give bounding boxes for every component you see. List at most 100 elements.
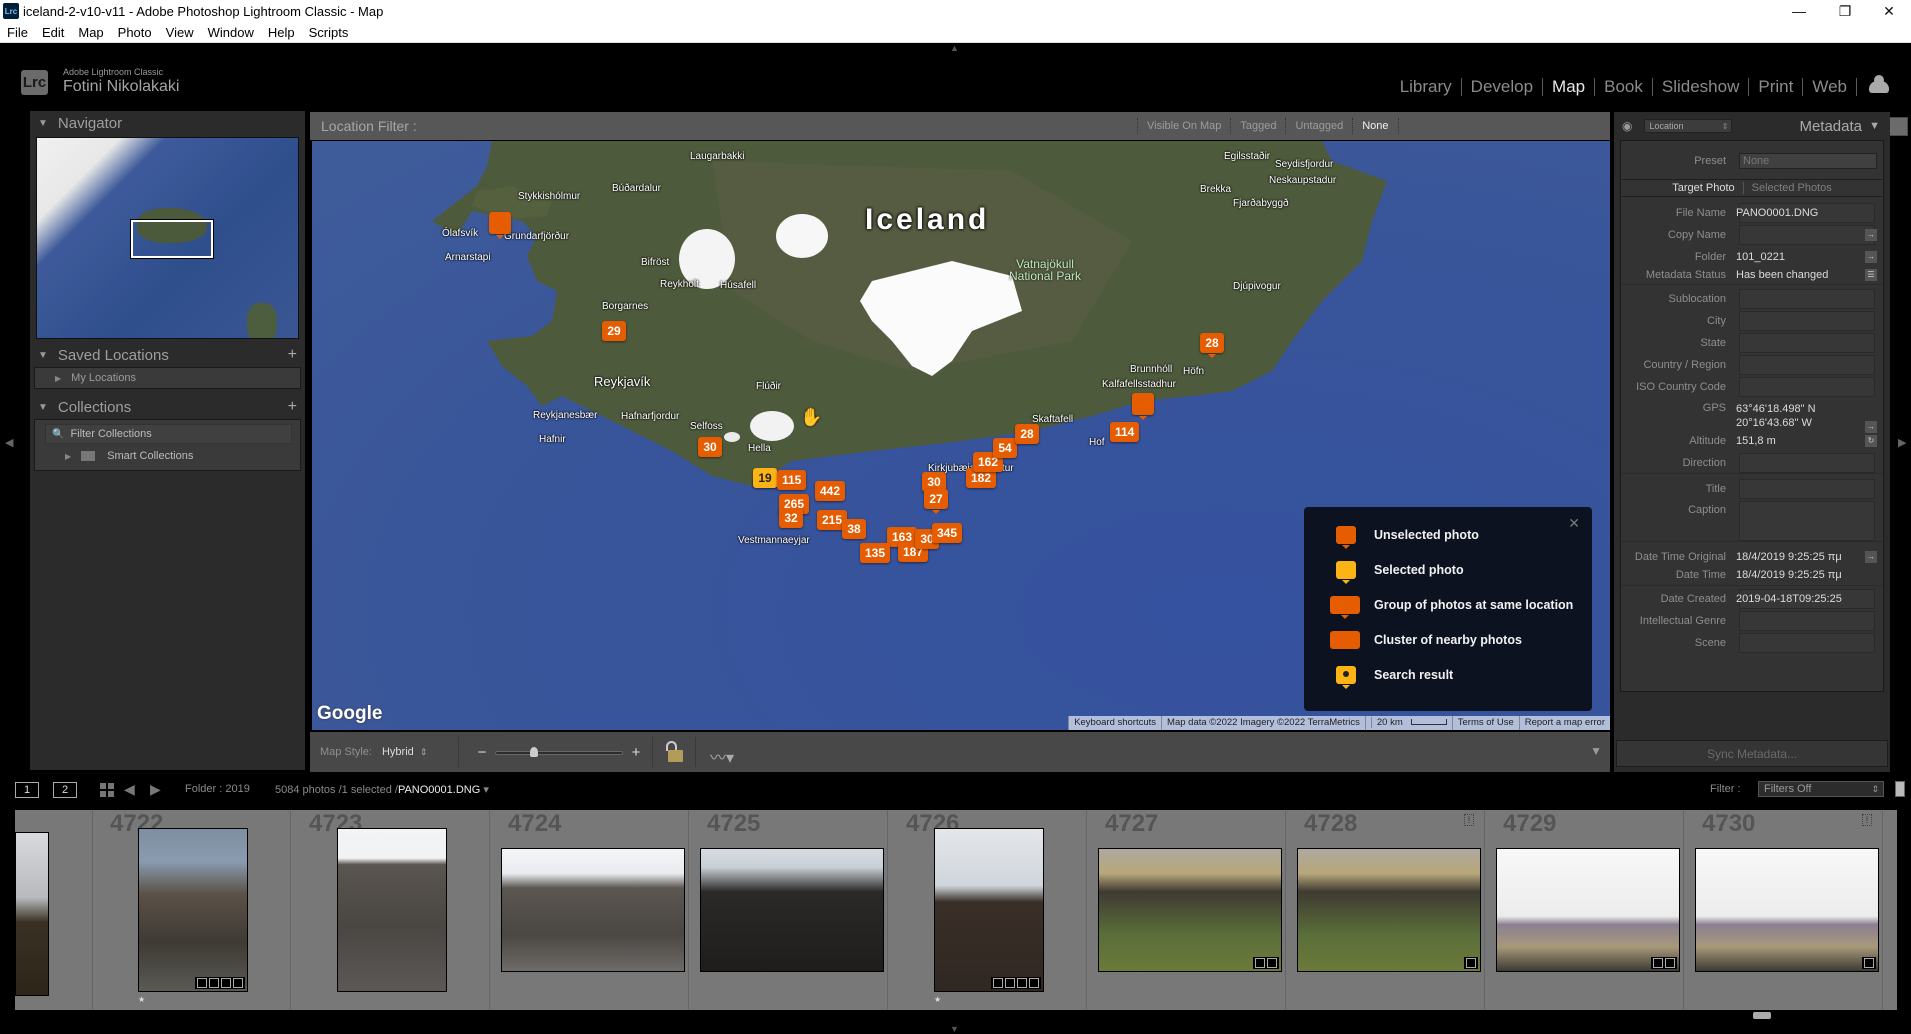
add-collection-icon[interactable]: + bbox=[288, 398, 297, 416]
photo-thumbnail[interactable] bbox=[1695, 848, 1879, 972]
filmstrip-cell[interactable]: 4726 ★ bbox=[889, 810, 1087, 1010]
filmstrip-cell[interactable]: 4729 bbox=[1486, 810, 1684, 1010]
right-panel-toggle-icon[interactable]: ▶ bbox=[1898, 436, 1906, 449]
cluster-pin[interactable]: 29 bbox=[602, 321, 626, 341]
filmstrip-cell[interactable]: 4725 bbox=[690, 810, 888, 1010]
menu-file[interactable]: File bbox=[0, 25, 35, 40]
secondary-screen-button[interactable]: 2 bbox=[53, 782, 77, 798]
toolbar-menu-chevron-icon[interactable]: ▼ bbox=[1590, 744, 1602, 758]
filter-none[interactable]: None bbox=[1352, 118, 1397, 134]
cluster-pin[interactable]: 28 bbox=[1015, 424, 1039, 444]
dropdown-chevron-icon[interactable]: ▾ bbox=[483, 784, 489, 796]
metadata-field-box[interactable] bbox=[1739, 311, 1875, 331]
unlock-markers-icon[interactable] bbox=[665, 741, 683, 763]
tab-selected-photos[interactable]: Selected Photos bbox=[1744, 182, 1840, 194]
zoom-slider[interactable] bbox=[495, 746, 623, 757]
metadata-field-box[interactable] bbox=[1739, 225, 1875, 245]
edit-badge-icon[interactable] bbox=[1267, 958, 1277, 968]
cluster-pin[interactable]: 30 bbox=[698, 437, 722, 457]
filter-tagged[interactable]: Tagged bbox=[1230, 118, 1285, 134]
warning-flag-icon[interactable]: ! bbox=[1464, 814, 1474, 826]
report-map-error-link[interactable]: Report a map error bbox=[1518, 716, 1610, 730]
primary-screen-button[interactable]: 1 bbox=[15, 782, 39, 798]
filmstrip-cell[interactable]: 4728! bbox=[1287, 810, 1485, 1010]
cloud-sync-icon[interactable] bbox=[1869, 75, 1889, 93]
metadata-field-box[interactable] bbox=[1739, 289, 1875, 309]
map-pin-badge-icon[interactable] bbox=[1255, 958, 1265, 968]
photo-thumbnail[interactable] bbox=[1496, 848, 1680, 972]
cluster-pin[interactable]: 114 bbox=[1110, 422, 1140, 442]
metadata-field-box[interactable] bbox=[1739, 377, 1875, 397]
eye-icon[interactable]: ◉ bbox=[1622, 119, 1632, 133]
selected-pin[interactable]: 19 bbox=[753, 468, 777, 488]
menu-map[interactable]: Map bbox=[71, 25, 110, 40]
expand-triangle-icon[interactable]: ▶ bbox=[65, 452, 71, 461]
list-item[interactable]: ▶ Smart Collections bbox=[35, 446, 300, 466]
menu-window[interactable]: Window bbox=[201, 25, 261, 40]
go-to-arrow-icon[interactable]: → bbox=[1865, 229, 1877, 241]
photo-thumbnail[interactable] bbox=[501, 848, 685, 972]
cluster-pin[interactable]: 54 bbox=[993, 438, 1017, 458]
zoom-out-button[interactable]: − bbox=[475, 744, 489, 761]
metadata-field-box[interactable] bbox=[1739, 501, 1875, 541]
filter-untagged[interactable]: Untagged bbox=[1285, 118, 1352, 134]
navigator-viewport-box[interactable] bbox=[130, 219, 214, 259]
map-pin-badge-icon[interactable] bbox=[1864, 958, 1874, 968]
add-location-icon[interactable]: + bbox=[288, 346, 297, 364]
metadata-field-box[interactable] bbox=[1739, 479, 1875, 499]
module-book[interactable]: Book bbox=[1595, 77, 1652, 97]
edit-badge-icon[interactable] bbox=[1665, 958, 1675, 968]
go-to-arrow-icon[interactable]: → bbox=[1865, 551, 1877, 563]
filmstrip-cell[interactable]: 4722 ★ bbox=[93, 810, 291, 1010]
module-web[interactable]: Web bbox=[1803, 77, 1856, 97]
filmstrip-cell[interactable]: 4727 bbox=[1088, 810, 1286, 1010]
edit-badge-icon[interactable] bbox=[233, 978, 243, 988]
edit-badge-icon[interactable] bbox=[1029, 978, 1039, 988]
navigator-header[interactable]: ▼ Navigator bbox=[30, 111, 305, 135]
altitude-refresh-icon[interactable]: ↻ bbox=[1865, 435, 1877, 447]
metadata-field-box[interactable] bbox=[1739, 633, 1875, 653]
close-button[interactable]: ✕ bbox=[1866, 0, 1911, 22]
filmstrip-cell-partial[interactable] bbox=[15, 810, 93, 1010]
filmstrip-cell[interactable]: 4723 bbox=[292, 810, 490, 1010]
filter-select[interactable]: Filters Off bbox=[1758, 781, 1884, 797]
stack-badge-icon[interactable] bbox=[1005, 978, 1015, 988]
cluster-pin[interactable]: 135 bbox=[860, 543, 891, 563]
warning-flag-icon[interactable]: ! bbox=[1862, 814, 1872, 826]
collections-header[interactable]: ▼ Collections + bbox=[30, 395, 305, 419]
restore-button[interactable]: ❐ bbox=[1822, 0, 1868, 22]
photo-count[interactable]: 5084 photos /1 selected /PANO0001.DNG ▾ bbox=[275, 783, 489, 796]
zoom-slider-thumb[interactable] bbox=[529, 746, 538, 757]
metadata-value[interactable]: 2019-04-18T09:25:25 bbox=[1736, 593, 1842, 605]
map-pin-badge-icon[interactable] bbox=[197, 978, 207, 988]
close-legend-icon[interactable]: ✕ bbox=[1568, 515, 1580, 532]
tab-target-photo[interactable]: Target Photo bbox=[1664, 182, 1744, 194]
crop-badge-icon[interactable] bbox=[1017, 978, 1027, 988]
stack-badge-icon[interactable] bbox=[209, 978, 219, 988]
menu-scripts[interactable]: Scripts bbox=[302, 25, 356, 40]
module-map[interactable]: Map bbox=[1543, 77, 1594, 97]
filmstrip-cell[interactable]: 4730! bbox=[1685, 810, 1883, 1010]
star-rating-icon[interactable]: ★ bbox=[934, 995, 941, 1004]
folder-source[interactable]: Folder : 2019 bbox=[185, 783, 250, 795]
metadata-field-box[interactable] bbox=[1739, 355, 1875, 375]
filmstrip-scrollbar[interactable] bbox=[1753, 1012, 1771, 1019]
menu-photo[interactable]: Photo bbox=[111, 25, 159, 40]
metadata-value[interactable]: PANO0001.DNG bbox=[1736, 207, 1818, 219]
updown-chevron-icon[interactable]: ⇕ bbox=[420, 747, 428, 758]
module-print[interactable]: Print bbox=[1749, 77, 1802, 97]
filmstrip[interactable]: 4722 ★ 4723 4724 4725 4726 ★ 4727 4728! 4729 4730! bbox=[15, 810, 1897, 1010]
menu-view[interactable]: View bbox=[159, 25, 201, 40]
tracklog-icon[interactable]: 〰▾ bbox=[710, 744, 734, 768]
star-rating-icon[interactable]: ★ bbox=[138, 995, 145, 1004]
menu-help[interactable]: Help bbox=[261, 25, 302, 40]
saved-locations-header[interactable]: ▼ Saved Locations + bbox=[30, 343, 305, 367]
metadata-field-box[interactable] bbox=[1739, 333, 1875, 353]
expand-triangle-icon[interactable]: ▶ bbox=[55, 374, 61, 383]
filmstrip-cell[interactable]: 4724 bbox=[491, 810, 689, 1010]
map-pin-badge-icon[interactable] bbox=[1653, 958, 1663, 968]
cluster-pin[interactable]: 32 bbox=[779, 508, 803, 528]
map-view[interactable]: Iceland Vatnajökull National Park Laugarb… bbox=[312, 141, 1610, 730]
cluster-pin[interactable]: 442 bbox=[815, 481, 846, 501]
photo-thumbnail[interactable] bbox=[934, 828, 1044, 992]
